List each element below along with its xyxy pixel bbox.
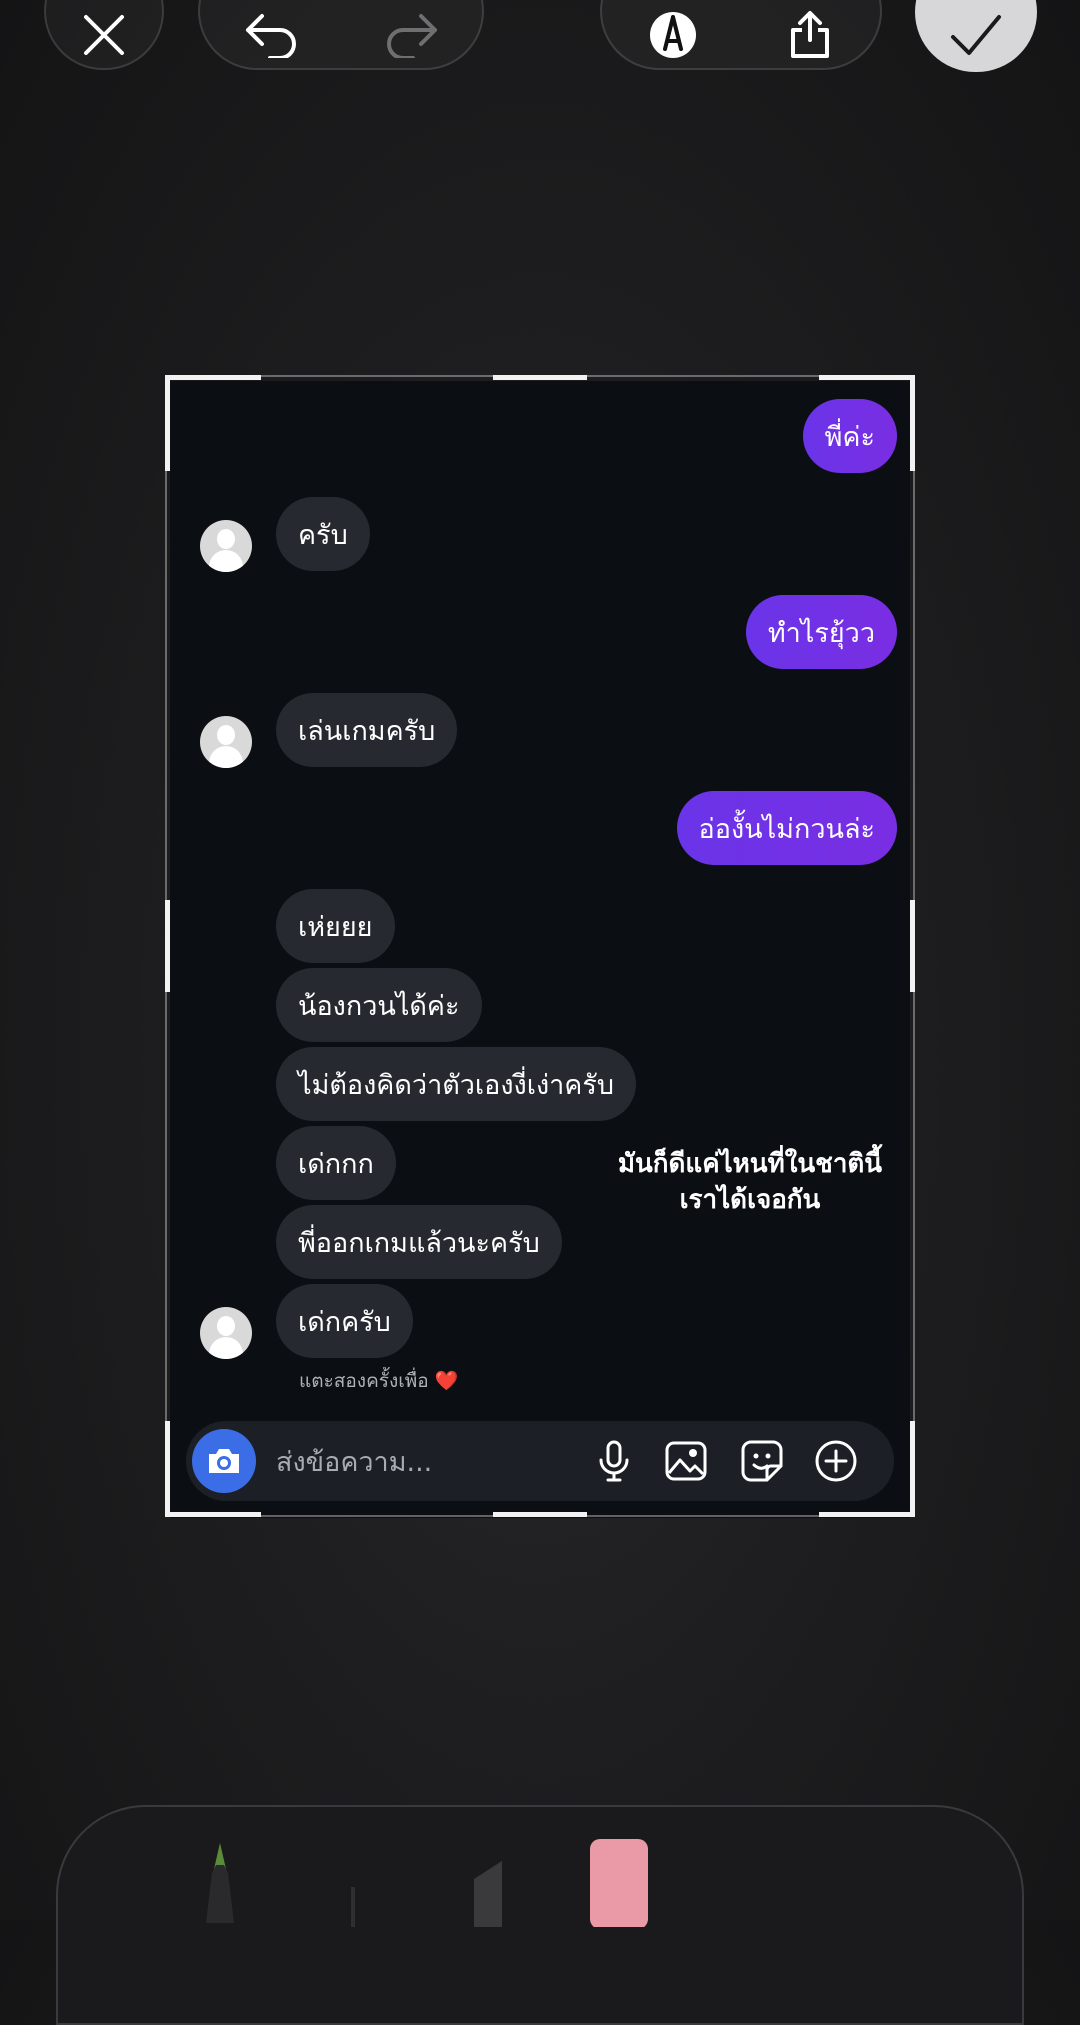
- overlay-caption-line: มันก็ดีแค่ไหนที่ในชาตินี้: [617, 1149, 883, 1179]
- message-bubble-incoming: เห่ยยย: [276, 889, 395, 963]
- double-tap-hint: แตะสองครั้งเพื่อ ❤️: [299, 1366, 458, 1396]
- crop-handle-top-right[interactable]: [819, 375, 915, 380]
- tools-group: [600, 0, 882, 70]
- overlay-caption-line: เราได้เจอกัน: [679, 1185, 821, 1215]
- eraser-tool-icon[interactable]: [588, 1837, 650, 1927]
- message-bubble-outgoing: พี่ค่ะ: [802, 399, 897, 473]
- message-bubble-incoming: ไม่ต้องคิดว่าตัวเองงี่เง่าครับ: [276, 1047, 637, 1121]
- checkmark-icon: [951, 15, 1001, 55]
- pencil-tool-icon[interactable]: [468, 1857, 508, 1927]
- pen-tool-icon[interactable]: [190, 1843, 250, 1923]
- crop-handle-top-left[interactable]: [165, 375, 261, 380]
- markup-button[interactable]: [602, 0, 743, 68]
- crop-handle-right[interactable]: [910, 900, 915, 992]
- crop-handle-bottom-right[interactable]: [910, 1421, 915, 1517]
- markup-tool-tray: [56, 1805, 1024, 2025]
- message-bubble-outgoing: ทำไรยุ้วว: [745, 595, 897, 669]
- mic-icon: [599, 1440, 629, 1482]
- share-button[interactable]: [739, 0, 880, 68]
- image-icon: [665, 1441, 707, 1481]
- message-bubble-incoming: เล่นเกมครับ: [276, 693, 458, 767]
- message-bubble-incoming: เด่กกก: [276, 1126, 396, 1200]
- avatar: [200, 716, 252, 768]
- double-tap-hint-text: แตะสองครั้งเพื่อ: [299, 1370, 429, 1392]
- crop-handle-top[interactable]: [493, 375, 587, 380]
- more-button[interactable]: [812, 1437, 860, 1485]
- share-icon: [790, 11, 829, 58]
- gallery-button[interactable]: [662, 1437, 710, 1485]
- undo-button[interactable]: [200, 0, 343, 68]
- crop-handle-top-right[interactable]: [910, 375, 915, 471]
- message-bubble-incoming: น้องกวนได้ค่ะ: [276, 968, 482, 1042]
- camera-icon: [209, 1449, 239, 1473]
- plus-icon: [815, 1440, 857, 1482]
- close-button[interactable]: [44, 0, 164, 70]
- message-bubble-incoming: ครับ: [276, 497, 370, 571]
- close-icon: [84, 15, 124, 55]
- undo-redo-group: [198, 0, 484, 70]
- camera-button[interactable]: [192, 1429, 256, 1493]
- heart-icon: ❤️: [434, 1370, 459, 1392]
- avatar: [200, 520, 252, 572]
- avatar: [200, 1307, 252, 1359]
- mic-button[interactable]: [590, 1437, 638, 1485]
- screenshot-preview: พี่ค่ะ ครับ ทำไรยุ้วว เล่นเกมครับ อ่องั้…: [170, 381, 910, 1518]
- message-input[interactable]: [274, 1439, 578, 1485]
- undo-icon: [245, 14, 296, 58]
- marker-tool-icon[interactable]: [338, 1887, 368, 1927]
- message-bubble-incoming: พี่ออกเกมแล้วนะครับ: [276, 1205, 562, 1279]
- pen-markup-icon: [649, 12, 696, 58]
- overlay-caption[interactable]: มันก็ดีแค่ไหนที่ในชาตินี้ เราได้เจอกัน: [590, 1146, 910, 1218]
- done-button[interactable]: [915, 0, 1037, 72]
- redo-icon: [386, 14, 437, 58]
- redo-button[interactable]: [339, 0, 482, 68]
- message-bubble-outgoing: อ่องั้นไม่กวนล่ะ: [676, 791, 897, 865]
- sticker-button[interactable]: [738, 1437, 786, 1485]
- sticker-icon: [741, 1440, 783, 1482]
- message-composer: [186, 1421, 894, 1501]
- message-bubble-incoming: เด่กครับ: [276, 1284, 413, 1358]
